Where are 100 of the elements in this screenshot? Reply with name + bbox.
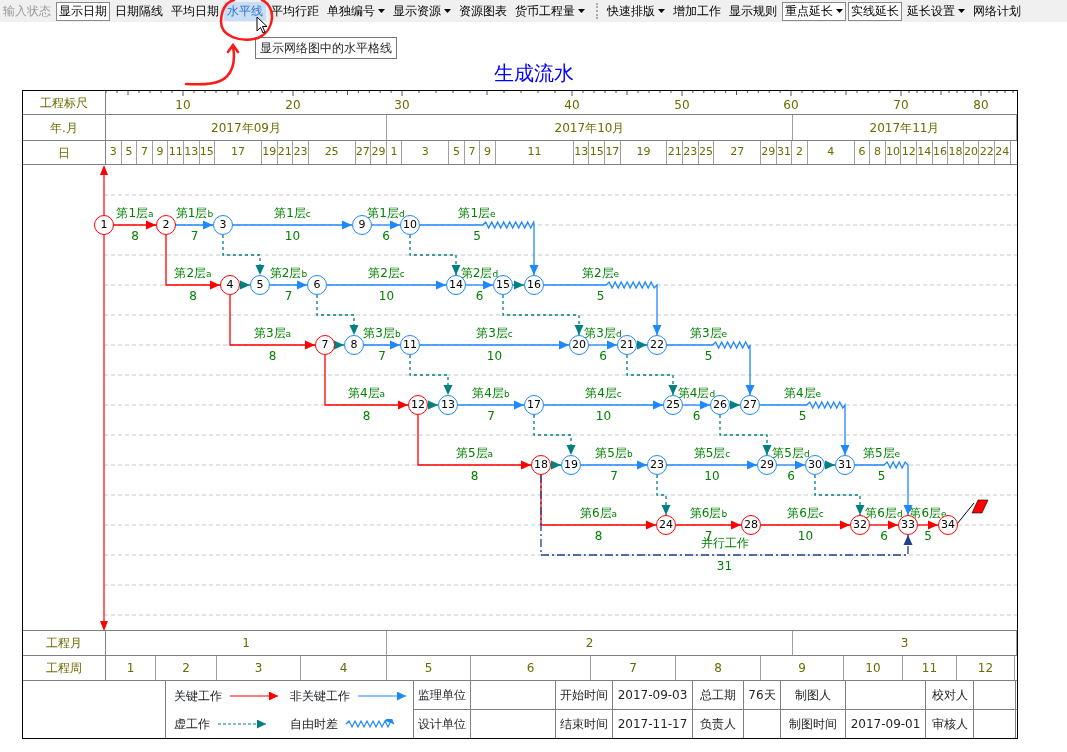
node-circle: 31: [835, 455, 855, 475]
info-value: 2017-09-01: [846, 709, 926, 738]
arrow-icon: [228, 690, 280, 701]
arrow-icon: [355, 690, 408, 701]
activity-duration: 8: [131, 230, 139, 243]
info-value: 76天: [744, 681, 781, 709]
activity-duration: 10: [797, 530, 814, 543]
toolbar-button[interactable]: 单独编号: [324, 1, 388, 21]
header-cell: 7: [591, 656, 676, 680]
activity-duration: 7: [487, 410, 495, 423]
activity-duration: 5: [798, 410, 807, 423]
activity-duration: 6: [880, 530, 888, 543]
row-label: 年.月: [23, 115, 106, 140]
legend-label: 非关键工作: [289, 687, 350, 705]
info-label: 开始时间: [556, 681, 613, 709]
header-cell: 23: [293, 141, 309, 164]
dummy-arrow: [533, 414, 576, 456]
header-cell: 13: [573, 141, 590, 164]
info-label: 监理单位: [414, 681, 471, 709]
caret-icon: [378, 9, 385, 13]
legend-label: 虚工作: [174, 715, 210, 733]
info-label: 总工期: [693, 681, 744, 709]
activity-duration: 6: [692, 410, 701, 423]
activity-duration: 5: [596, 290, 605, 303]
header-cell: 31: [776, 141, 793, 164]
info-label: 设计单位: [414, 709, 471, 738]
header-cell: 3: [217, 656, 301, 680]
toolbar-button[interactable]: 水平线: [224, 1, 266, 21]
header-cell: 20: [963, 141, 980, 164]
toolbar-button[interactable]: 平均行距: [268, 1, 322, 21]
node-circle: 27: [740, 395, 760, 415]
header-cell: 23: [683, 141, 699, 164]
toolbar-button[interactable]: 平均日期: [168, 1, 222, 21]
header-cell: 21: [667, 141, 684, 164]
activity-duration: 10: [284, 230, 301, 243]
dummy-arrow: [512, 280, 525, 290]
activity-duration: 8: [594, 530, 603, 543]
activity-duration: 6: [475, 290, 484, 303]
toolbar-button[interactable]: 显示规则: [726, 1, 780, 21]
toolbar-button[interactable]: 重点延长: [782, 1, 846, 21]
activity-duration: 5: [704, 350, 713, 363]
toolbar-button[interactable]: 实线延长: [848, 1, 902, 21]
header-cell: 3: [106, 141, 122, 164]
header-cell: 2017年10月: [387, 115, 793, 140]
header-cell: 2: [156, 656, 217, 680]
node-circle: 8: [344, 335, 364, 355]
activity-duration: 7: [284, 290, 293, 303]
header-cell: 2017年11月: [793, 115, 1017, 140]
activity-duration: 5: [924, 530, 932, 543]
info-label: 负责人: [693, 709, 744, 738]
activity-duration: 8: [362, 410, 371, 423]
header-cell: 8: [676, 656, 761, 680]
header-cell: 4: [301, 656, 387, 680]
dummy-arrow: [222, 234, 265, 276]
header-cell: 21: [277, 141, 294, 164]
toolbar-button[interactable]: 货币工程量: [512, 1, 588, 21]
toolbar-button[interactable]: 显示日期: [56, 1, 110, 21]
header-cell: 9: [480, 141, 496, 164]
toolbar-button[interactable]: 增加工作: [670, 1, 724, 21]
activity-duration: 7: [378, 350, 386, 363]
wavy-arrow-icon: [343, 718, 396, 729]
activity-duration: 6: [599, 350, 607, 363]
header-cell: 12: [901, 141, 917, 164]
flag-icon: [956, 499, 989, 525]
header-cell: 2: [387, 631, 793, 655]
node-circle: 7: [315, 335, 335, 355]
header-cell: 8: [870, 141, 886, 164]
info-label: 审核人: [926, 709, 974, 738]
header-cell: 12: [957, 656, 1015, 680]
node-circle: 16: [524, 275, 544, 295]
legend-label: 自由时差: [289, 715, 338, 733]
toolbar-button[interactable]: 网络计划: [970, 1, 1024, 21]
node-circle: 24: [656, 515, 676, 535]
header-cell: 22: [979, 141, 995, 164]
header-cell: 19: [261, 141, 278, 164]
header-cell: 10: [844, 656, 903, 680]
activity-duration: 31: [716, 560, 733, 573]
header-cell: 27: [714, 141, 762, 164]
header-cell: 13: [183, 141, 200, 164]
header-cell: 17: [605, 141, 621, 164]
toolbar-button[interactable]: 资源图表: [456, 1, 510, 21]
activity-duration: 5: [877, 470, 886, 483]
caret-icon: [578, 9, 585, 13]
header-cell: 7: [464, 141, 481, 164]
activity-duration: 10: [378, 290, 395, 303]
activity-duration: 7: [190, 230, 199, 243]
toolbar-button[interactable]: 快速排版: [604, 1, 668, 21]
activity-duration: 8: [470, 470, 479, 483]
toolbar-button[interactable]: 日期隔线: [112, 1, 166, 21]
header-cell: 11: [495, 141, 574, 164]
node-circle: 12: [408, 395, 428, 415]
header-cell: 5: [387, 656, 471, 680]
dummy-arrow: [550, 460, 562, 470]
toolbar-button[interactable]: 显示资源: [390, 1, 454, 21]
header-cell: 1: [386, 141, 403, 164]
header-cell: 3: [402, 141, 450, 164]
ruler-label: 10: [175, 97, 191, 114]
row-label: 工程月: [23, 631, 106, 655]
node-circle: 13: [438, 395, 458, 415]
toolbar-button[interactable]: 延长设置: [904, 1, 968, 21]
